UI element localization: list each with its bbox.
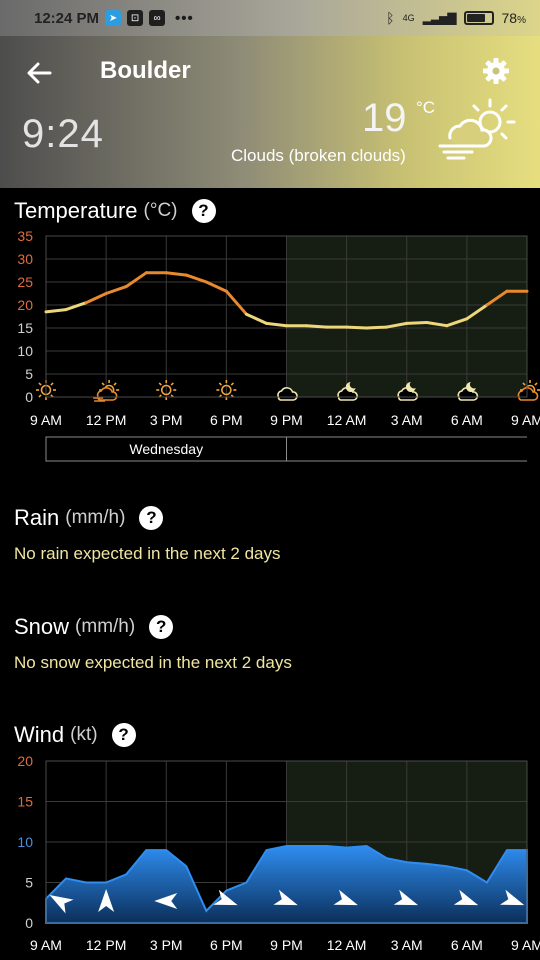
current-temperature: 19 [362,96,407,140]
network-label: 4G [402,13,415,23]
y-tick-label: 20 [17,297,33,313]
y-tick-label: 30 [17,251,33,267]
wind-unit-label: (kt) [70,724,98,745]
wind-help-icon[interactable]: ? [111,723,136,747]
temperature-line-segment [44,308,68,314]
rain-help-icon[interactable]: ? [139,506,164,530]
telegram-icon: ➤ [105,10,122,26]
temperature-line-segment [305,324,329,329]
sun-ray [170,382,174,386]
location-header: Boulder 9:24 19 °C Clouds (broken clouds… [0,36,540,188]
temperature-line-segment [64,301,88,312]
temperature-line-segment [224,289,248,316]
sun-ray [158,382,162,386]
x-tick-label: 9 AM [511,937,540,953]
temperature-line-segment [124,271,148,289]
y-tick-label: 5 [25,366,33,382]
x-tick-label: 3 PM [150,412,183,428]
temperature-section-title: Temperature (°C) ? [14,198,216,224]
wind-section-title: Wind (kt) ? [14,722,136,748]
x-tick-label: 12 AM [327,937,367,953]
y-tick-label: 10 [17,343,33,359]
x-tick-label: 12 AM [327,412,367,428]
x-tick-label: 3 AM [391,937,423,953]
sun-ray [113,382,117,386]
temperature-line-segment [365,325,389,330]
sun-ray [101,382,105,386]
snow-note: No snow expected in the next 2 days [14,653,292,672]
x-tick-label: 3 PM [150,937,183,953]
wind-chart: 20 15 10 5 0 9 AM 12 PM 3 PM 6 PM 9 PM 12 AM 3 AM 6 … [17,753,540,953]
snow-help-icon[interactable]: ? [149,615,174,639]
temperature-line-segment [164,271,188,277]
rain-note: No rain expected in the next 2 days [14,544,281,563]
arrow-left-icon [27,62,52,84]
temperature-unit-label: (°C) [143,200,178,221]
temperature-unit: °C [416,98,436,117]
city-name: Boulder [100,57,191,84]
sun-ray [534,382,538,386]
settings-button[interactable] [480,55,512,87]
battery-percent: 78 [501,10,518,26]
y-tick-label: 10 [17,834,33,850]
x-tick-label: 12 PM [86,412,126,428]
sun-ray [230,382,235,386]
x-tick-label: 6 PM [210,412,243,428]
more-notifications: ••• [175,9,194,27]
lock-icon: ⊡ [127,10,144,26]
temperature-title: Temperature [14,198,138,223]
battery-icon [463,11,494,25]
temperature-line-segment [244,312,268,325]
x-tick-label: 3 AM [391,412,423,428]
temperature-line-segment [184,273,208,284]
weather-description: Clouds (broken clouds) [231,146,406,165]
x-tick-label: 9 PM [270,412,303,428]
wind-title: Wind [14,722,65,747]
y-tick-label: 15 [17,320,33,336]
snow-title: Snow [14,614,70,639]
y-tick-label: 25 [17,274,33,290]
x-tick-label: 9 AM [511,412,540,428]
temperature-chart: 35 30 25 20 15 10 5 0 9 AM 12 PM 3 PM 6 PM 9 PM 12 AM… [17,228,540,462]
back-button[interactable] [22,56,56,90]
x-tick-label: 9 AM [30,412,62,428]
temperature-line-segment [84,292,108,305]
temperature-line-segment [405,320,429,325]
y-tick-label: 35 [17,228,33,244]
y-tick-label: 0 [25,915,33,931]
status-time: 12:24 PM [34,9,100,27]
temperature-line-segment [345,325,369,330]
rain-section-title: Rain (mm/h) ? [14,505,164,531]
x-tick-label: 9 AM [30,937,62,953]
sun-ray [218,382,222,386]
rain-unit-label: (mm/h) [65,507,126,528]
snow-unit-label: (mm/h) [75,616,136,637]
sun-cloud-wind-icon [438,98,516,160]
x-tick-label: 6 AM [451,937,483,953]
sun-ray [38,382,42,386]
rain-title: Rain [14,505,60,530]
temperature-line-segment [204,280,228,293]
signal-icon: ▂▃▅▇ [422,11,457,25]
sun-ray [38,394,42,398]
y-tick-label: 15 [17,794,33,810]
y-tick-label: 5 [25,875,33,891]
day-label: Wednesday [129,441,203,457]
x-tick-label: 6 AM [451,412,483,428]
temperature-line-segment [104,285,128,295]
x-tick-label: 12 PM [86,937,126,953]
bluetooth-icon: ᛒ [386,10,395,26]
x-tick-label: 9 PM [270,937,303,953]
sun-ray [50,382,54,386]
gear-icon [483,58,509,84]
status-bar: 12:24 PM ➤ ⊡ ∞ ••• ᛒ 4G ▂▃▅▇ 78% [0,0,540,36]
snow-section-title: Snow (mm/h) ? [14,614,174,640]
y-tick-label: 0 [25,389,33,405]
local-time: 9:24 [22,112,104,156]
x-tick-label: 6 PM [210,937,243,953]
y-tick-label: 20 [17,753,33,769]
temperature-help-icon[interactable]: ? [191,199,216,223]
infinity-icon: ∞ [149,10,166,26]
temperature-line-segment [264,321,288,328]
